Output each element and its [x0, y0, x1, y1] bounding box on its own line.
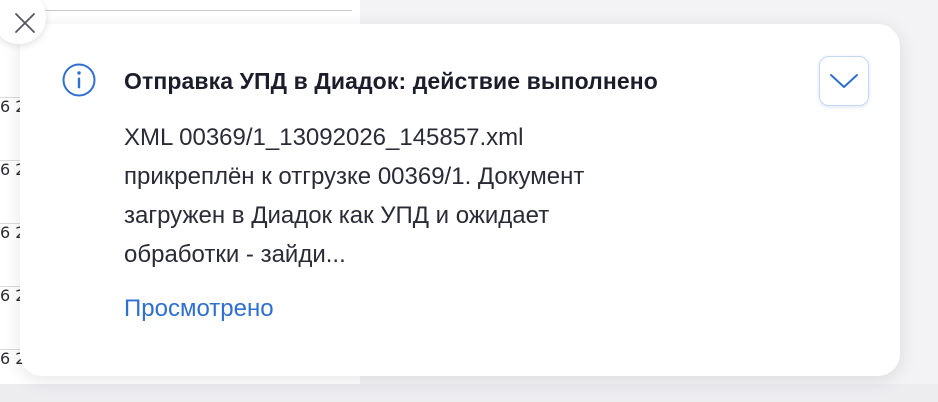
chevron-down-icon	[830, 74, 858, 88]
info-circle-icon	[62, 63, 96, 97]
background-footer-strip	[0, 384, 938, 402]
expand-button[interactable]	[819, 56, 869, 106]
background-table-border	[0, 10, 352, 11]
notification-card: Отправка УПД в Диадок: действие выполнен…	[20, 24, 900, 376]
viewed-link[interactable]: Просмотрено	[124, 294, 274, 324]
notification-title: Отправка УПД в Диадок: действие выполнен…	[124, 68, 658, 94]
notification-message: XML 00369/1_13092026_145857.xml прикрепл…	[124, 124, 585, 268]
close-icon	[15, 13, 35, 33]
